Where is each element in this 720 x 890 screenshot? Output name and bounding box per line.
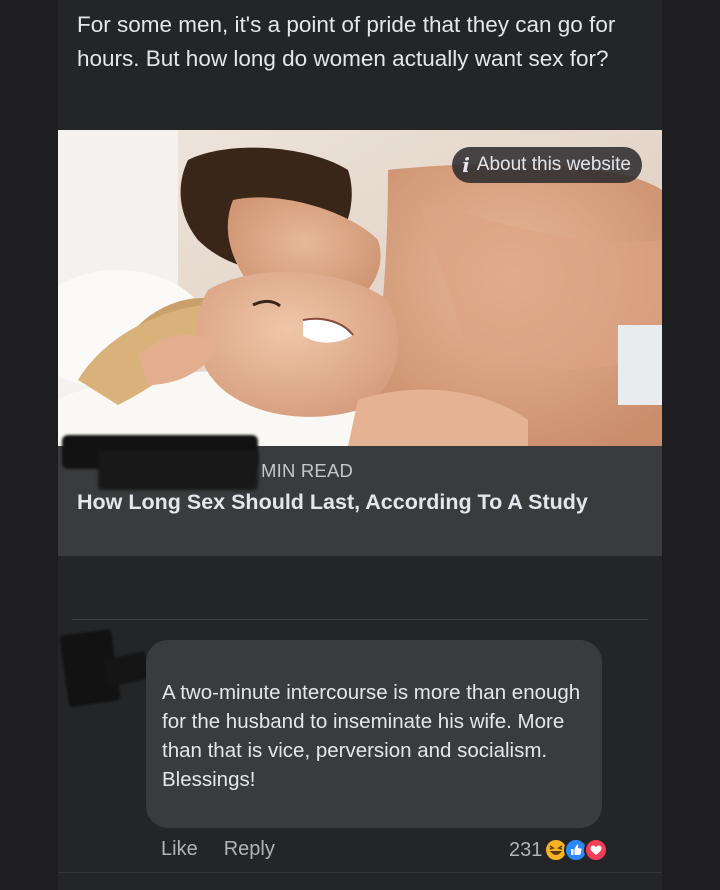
comment-text: A two-minute intercourse is more than en… xyxy=(162,681,581,791)
comment-bubble: A two-minute intercourse is more than en… xyxy=(146,640,602,828)
reaction-count: 231 xyxy=(509,838,543,861)
about-this-website-label: About this website xyxy=(476,154,631,175)
divider xyxy=(72,619,648,620)
link-title[interactable]: How Long Sex Should Last, According To A… xyxy=(77,488,637,517)
reaction-icons xyxy=(544,838,609,862)
reply-button[interactable]: Reply xyxy=(224,838,275,861)
post-reactions-bar xyxy=(58,556,662,620)
about-this-website-button[interactable]: i About this website xyxy=(452,147,642,183)
bottom-divider xyxy=(58,872,662,873)
info-icon: i xyxy=(462,153,470,177)
post-text: For some men, it's a point of pride that… xyxy=(77,12,616,71)
link-preview-card[interactable]: i About this website MIN READ How Long S… xyxy=(58,130,662,556)
redacted-source-overlay xyxy=(98,450,258,490)
link-preview-image[interactable]: i About this website xyxy=(58,130,662,446)
like-button[interactable]: Like xyxy=(161,838,198,861)
read-time-label: MIN READ xyxy=(261,460,354,481)
screen: For some men, it's a point of pride that… xyxy=(0,0,720,890)
love-icon xyxy=(584,838,609,862)
comment-reaction-summary[interactable]: 231 xyxy=(509,838,609,862)
comment-actions: Like Reply xyxy=(161,838,275,861)
